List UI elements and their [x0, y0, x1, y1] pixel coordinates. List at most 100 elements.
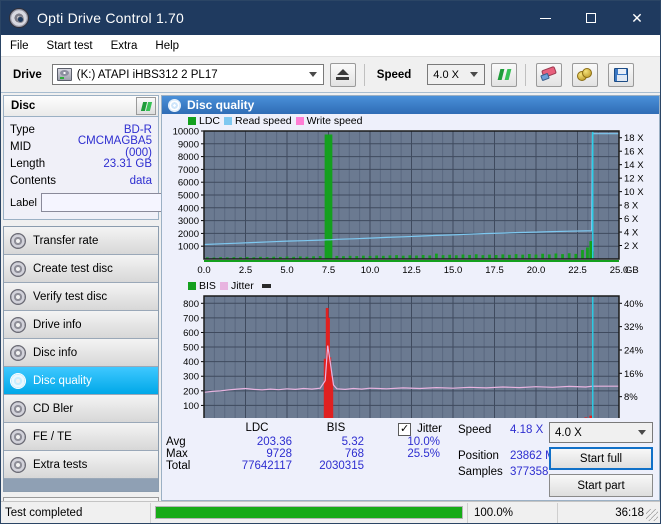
sidebar-item-disc-info[interactable]: Disc info — [4, 339, 158, 367]
close-icon: ✕ — [631, 10, 643, 26]
svg-text:10.0: 10.0 — [361, 265, 380, 276]
disc-icon — [10, 288, 26, 305]
disc-panel-title: Disc — [11, 100, 36, 112]
menu-item-file[interactable]: File — [1, 38, 38, 54]
erase-button[interactable] — [536, 62, 563, 87]
table-row: Avg 203.36 5.32 10.0% — [162, 436, 454, 448]
svg-text:12 X: 12 X — [624, 174, 644, 185]
svg-text:800: 800 — [183, 299, 199, 310]
stats-col-bis: BIS — [326, 422, 346, 434]
svg-text:200: 200 — [183, 386, 199, 397]
test-speed-select[interactable]: 4.0 X — [549, 422, 653, 443]
sidebar-label: Verify test disc — [33, 290, 108, 303]
svg-text:GB: GB — [625, 265, 639, 276]
svg-text:32%: 32% — [624, 322, 644, 333]
start-full-button[interactable]: Start full — [549, 447, 653, 470]
bookmark-button[interactable] — [572, 62, 599, 87]
drive-toolbar: Drive (K:) ATAPI iHBS312 2 PL17 Speed 4.… — [1, 57, 660, 93]
svg-text:24%: 24% — [624, 345, 644, 356]
legend-read-speed: Read speed — [224, 115, 292, 127]
disc-icon — [10, 372, 26, 389]
toolbar-speed-select[interactable]: 4.0 X — [427, 64, 486, 85]
progress-bar — [155, 506, 463, 519]
disc-refresh-button[interactable] — [136, 97, 156, 115]
chevron-down-icon — [638, 430, 646, 435]
elapsed-time: 36:18 — [557, 502, 660, 523]
sidebar-item-cd-bler[interactable]: CD Bler — [4, 395, 158, 423]
readout-speed-label: Speed — [458, 424, 492, 436]
minimize-icon — [539, 17, 551, 19]
top-chart-wrap: 10000 9000 8000 7000 6000 5000 4000 3000 2000 100… — [162, 127, 659, 279]
stats-row-label: Max — [166, 448, 188, 460]
minimize-button[interactable] — [522, 1, 568, 35]
disc-icon — [10, 232, 26, 249]
app-disc-icon — [9, 8, 29, 28]
disc-row-contents: Contents data — [10, 172, 152, 189]
sidebar-item-verify-test-disc[interactable]: Verify test disc — [4, 283, 158, 311]
stats-max-ldc: 9728 — [266, 448, 292, 460]
disc-contents-label: Contents — [10, 174, 57, 187]
stats-avg-jitter: 10.0% — [407, 436, 440, 448]
sidebar-label: FE / TE — [33, 430, 72, 443]
sidebar-item-extra-tests[interactable]: Extra tests — [4, 451, 158, 479]
nav-list: Transfer rate Create test disc Verify te… — [3, 226, 159, 492]
content-title: Disc quality — [187, 98, 255, 112]
jitter-checkbox[interactable]: ✓ — [398, 422, 412, 436]
menu-bar: File Start test Extra Help — [1, 35, 660, 57]
toolbar-speed-value: 4.0 X — [433, 68, 459, 81]
sidebar-item-transfer-rate[interactable]: Transfer rate — [4, 227, 158, 255]
eject-button[interactable] — [329, 62, 356, 87]
progress-fill — [156, 507, 462, 518]
stats-header-row: LDC BIS ✓ Jitter — [162, 422, 454, 436]
chevron-down-icon — [470, 72, 479, 77]
svg-text:4 X: 4 X — [624, 228, 639, 239]
resize-grip-icon[interactable] — [646, 509, 658, 521]
eject-icon — [336, 69, 350, 80]
svg-text:8 X: 8 X — [624, 201, 639, 212]
nav-filler — [4, 479, 158, 491]
menu-item-extra[interactable]: Extra — [102, 38, 147, 54]
toolbar-divider-2 — [525, 63, 527, 86]
window-controls: ✕ — [522, 1, 660, 35]
svg-text:16%: 16% — [624, 369, 644, 380]
sidebar-item-disc-quality[interactable]: Disc quality — [4, 367, 158, 395]
svg-text:5000: 5000 — [178, 191, 199, 202]
svg-text:12.5: 12.5 — [402, 265, 421, 276]
disc-length-value: 23.31 GB — [103, 157, 152, 170]
disc-panel-header: Disc — [3, 95, 159, 117]
sidebar-item-drive-info[interactable]: Drive info — [4, 311, 158, 339]
drive-select[interactable]: (K:) ATAPI iHBS312 2 PL17 — [51, 64, 324, 85]
top-chart-legend: LDC Read speed Write speed — [162, 114, 659, 127]
legend-swatch-read-speed — [224, 116, 233, 125]
svg-text:16 X: 16 X — [624, 147, 644, 158]
close-button[interactable]: ✕ — [614, 1, 660, 35]
menu-item-start-test[interactable]: Start test — [38, 38, 102, 54]
svg-text:6 X: 6 X — [624, 214, 639, 225]
legend-label: BIS — [199, 279, 216, 292]
menu-item-help[interactable]: Help — [146, 38, 188, 54]
sidebar-label: Drive info — [33, 318, 82, 331]
top-chart[interactable]: 100009000 8000 7000 6000 50004000 3000 2000 100… — [162, 127, 659, 279]
drive-icon — [56, 68, 72, 81]
sidebar-item-create-test-disc[interactable]: Create test disc — [4, 255, 158, 283]
disc-icon — [10, 344, 26, 361]
toolbar-divider-1 — [363, 63, 365, 86]
start-part-button[interactable]: Start part — [549, 474, 653, 497]
maximize-button[interactable] — [568, 1, 614, 35]
readout-samples-label: Samples — [458, 466, 503, 478]
sidebar-item-fe-te[interactable]: FE / TE — [4, 423, 158, 451]
disc-label-row: Label — [10, 192, 244, 213]
scroll-marker-icon — [261, 283, 271, 288]
legend-swatch-write-speed — [295, 116, 304, 125]
readout-position-label: Position — [458, 450, 499, 462]
legend-write-speed: Write speed — [295, 115, 363, 127]
disc-icon — [10, 456, 26, 473]
disc-row-length: Length 23.31 GB — [10, 155, 152, 172]
test-controls: 4.0 X Start full Start part — [549, 422, 653, 497]
status-bar: Test completed 100.0% 36:18 — [1, 501, 660, 523]
legend-label: Read speed — [235, 114, 292, 127]
refresh-button[interactable] — [491, 62, 518, 87]
save-button[interactable] — [608, 62, 635, 87]
table-row: Total 77642117 2030315 — [162, 460, 454, 472]
title-bar: Opti Drive Control 1.70 ✕ — [1, 1, 660, 35]
